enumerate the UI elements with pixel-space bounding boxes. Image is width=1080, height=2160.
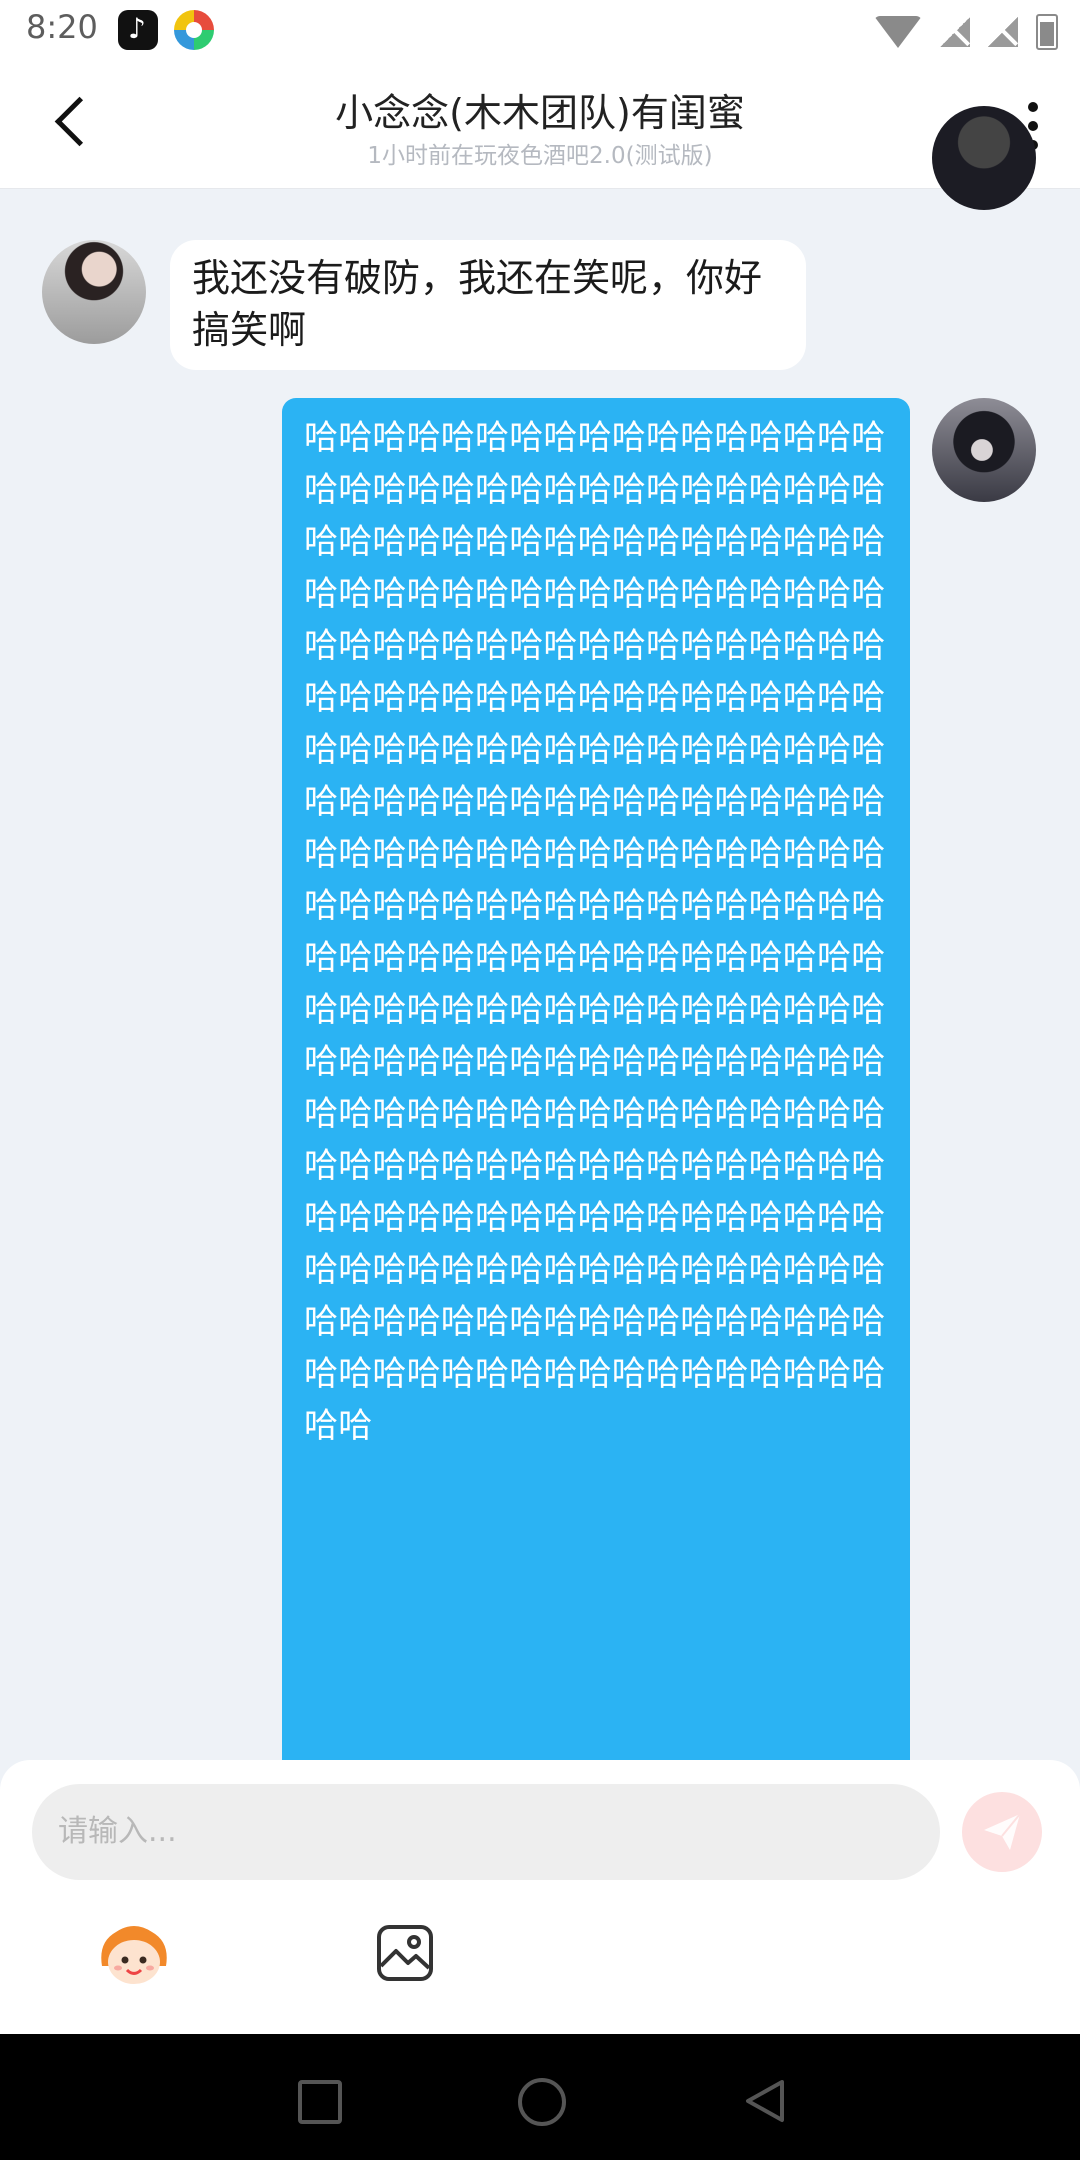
- avatar[interactable]: [932, 398, 1036, 502]
- chat-title: 小念念(木木团队)有闺蜜: [335, 91, 745, 135]
- navigation-bar: [0, 2034, 1080, 2160]
- back-triangle-icon[interactable]: [742, 2078, 788, 2124]
- emoji-icon: [101, 1926, 167, 1984]
- recent-apps-icon[interactable]: [298, 2080, 342, 2124]
- pinwheel-app-icon: [174, 10, 214, 50]
- system-icons: [874, 14, 1058, 50]
- avatar[interactable]: [42, 240, 146, 344]
- status-time: 8:20: [26, 8, 98, 46]
- send-icon: [984, 1813, 1021, 1850]
- emoji-button[interactable]: [96, 1922, 172, 1988]
- home-icon[interactable]: [518, 2078, 566, 2126]
- no-signal-icon: [988, 17, 1018, 47]
- battery-icon: [1036, 14, 1058, 50]
- tiktok-icon: [118, 10, 158, 50]
- chat-header: 小念念(木木团队)有闺蜜 1小时前在玩夜色酒吧2.0(测试版): [0, 64, 1080, 189]
- message-bubble-received: 我还没有破防，我还在笑呢，你好搞笑啊: [170, 240, 806, 370]
- status-bar: 8:20: [0, 0, 1080, 64]
- message-bubble-sent: 哈哈哈哈哈哈哈哈哈哈哈哈哈哈哈哈哈哈哈哈哈哈哈哈哈哈哈哈哈哈哈哈哈哈哈哈哈哈哈哈…: [282, 398, 910, 1762]
- image-icon: [377, 1925, 433, 1981]
- send-button[interactable]: [962, 1792, 1042, 1872]
- image-button[interactable]: [376, 1924, 434, 1982]
- no-signal-icon: [940, 17, 970, 47]
- chat-subtitle: 1小时前在玩夜色酒吧2.0(测试版): [367, 143, 713, 169]
- wifi-icon: [874, 16, 922, 48]
- avatar[interactable]: [932, 106, 1036, 210]
- input-panel: 请输入...: [0, 1760, 1080, 2034]
- message-input[interactable]: 请输入...: [32, 1784, 940, 1880]
